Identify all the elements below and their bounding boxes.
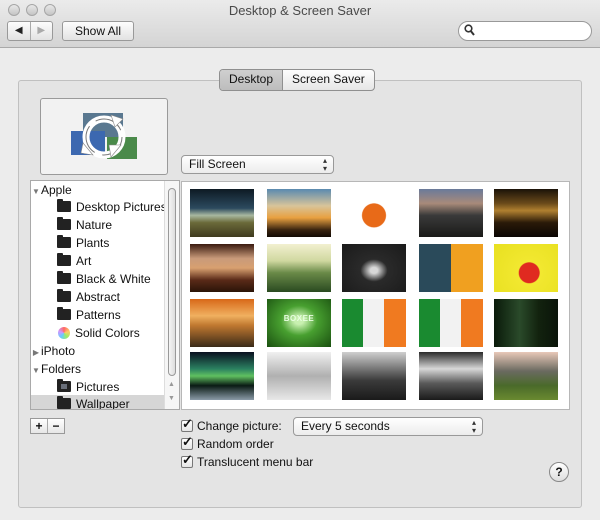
translucent-menu-bar-label: Translucent menu bar: [197, 455, 314, 469]
source-group-folders[interactable]: ▼Folders: [31, 360, 165, 378]
source-label: Nature: [76, 218, 113, 232]
source-list: ▼Apple Desktop Pictures Nature Plants Ar…: [30, 180, 180, 410]
fit-mode-value: Fill Screen: [189, 157, 246, 171]
source-group-apple[interactable]: ▼Apple: [31, 181, 165, 199]
forward-arrow-icon[interactable]: ▶: [31, 22, 53, 40]
folder-icon: [57, 217, 71, 230]
wallpaper-thumbnail-dusk-castle[interactable]: [419, 189, 483, 237]
wallpaper-thumbnail-stormy-field[interactable]: [190, 189, 254, 237]
show-all-button[interactable]: Show All: [62, 21, 134, 41]
wallpaper-thumbnail-green-hill-tree[interactable]: [267, 244, 331, 292]
source-label: Folders: [41, 362, 82, 376]
wallpaper-thumbnail-boxee-green[interactable]: BOXEE: [267, 299, 331, 347]
select-arrows-icon: ▴ ▾: [471, 418, 476, 435]
source-group-iphoto[interactable]: ▶ iPhoto: [31, 342, 165, 360]
wallpaper-thumbnail-aurora-night[interactable]: [190, 352, 254, 400]
wallpaper-thumbnail-day-night-split[interactable]: [419, 244, 483, 292]
source-item-art[interactable]: Art: [31, 252, 179, 270]
wallpaper-thumbnail-orange-tree-art[interactable]: [342, 189, 406, 237]
search-field[interactable]: [458, 21, 592, 41]
source-item-plants[interactable]: Plants: [31, 234, 179, 252]
source-item-patterns[interactable]: Patterns: [31, 306, 179, 324]
scrollbar-thumb[interactable]: [168, 188, 176, 376]
source-label: Patterns: [76, 308, 121, 322]
source-label: Abstract: [76, 290, 121, 304]
random-order-checkbox[interactable]: Random order: [181, 434, 274, 452]
wallpaper-thumbnail-bw-tree-landscape[interactable]: [419, 352, 483, 400]
wallpaper-thumbnail-mountain-cabin[interactable]: [494, 352, 558, 400]
source-label: Solid Colors: [75, 326, 140, 340]
wallpaper-thumbnail-irish-flag-2[interactable]: [419, 299, 483, 347]
tab-desktop[interactable]: Desktop: [220, 70, 284, 90]
source-label: Apple: [41, 183, 72, 197]
back-arrow-icon[interactable]: ◀: [8, 22, 31, 40]
source-item-desktop-pictures[interactable]: Desktop Pictures: [31, 198, 179, 216]
source-label: Desktop Pictures: [76, 200, 167, 214]
wallpaper-thumbnail-grid: BOXEE: [181, 181, 570, 410]
folder-icon: [57, 235, 71, 248]
wallpaper-thumbnail-orange-lake-lights[interactable]: [190, 299, 254, 347]
wallpaper-thumbnail-snowy-trees[interactable]: [267, 352, 331, 400]
folder-icon: [57, 271, 71, 284]
source-item-abstract[interactable]: Abstract: [31, 288, 179, 306]
wallpaper-thumbnail-dark-forest[interactable]: [494, 299, 558, 347]
fit-mode-select[interactable]: Fill Screen ▴ ▾: [181, 155, 334, 174]
wallpaper-thumbnail-bw-field-clouds[interactable]: [342, 352, 406, 400]
checkbox-checked-icon[interactable]: [181, 452, 193, 468]
help-button[interactable]: ?: [549, 462, 569, 482]
folder-icon: [57, 396, 71, 409]
wallpaper-thumbnail-tree-silhouette-sunset[interactable]: [267, 189, 331, 237]
search-icon: [464, 24, 475, 39]
window-title: Desktop & Screen Saver: [228, 3, 372, 18]
tab-screen-saver[interactable]: Screen Saver: [283, 70, 374, 90]
folder-icon: [57, 253, 71, 266]
source-label: Art: [76, 254, 92, 268]
folder-icon: [57, 307, 71, 320]
source-label: Pictures: [76, 380, 120, 394]
tab-control: Desktop Screen Saver: [219, 69, 375, 91]
random-order-label: Random order: [197, 437, 274, 451]
source-item-black-white[interactable]: Black & White: [31, 270, 179, 288]
add-folder-button[interactable]: +: [31, 419, 48, 433]
change-interval-select[interactable]: Every 5 seconds ▴ ▾: [293, 417, 483, 436]
change-interval-value: Every 5 seconds: [301, 419, 390, 433]
source-item-wallpaper[interactable]: Wallpaper: [31, 395, 165, 410]
source-label: Wallpaper: [76, 397, 130, 410]
source-label: Plants: [76, 236, 110, 250]
checkbox-checked-icon[interactable]: [181, 434, 193, 450]
checkbox-checked-icon[interactable]: [181, 416, 193, 432]
window-toolbar: Desktop & Screen Saver ◀ ▶ Show All: [0, 0, 600, 48]
pictures-folder-icon: [57, 379, 71, 392]
scroll-up-arrow-icon[interactable]: ▲: [168, 381, 175, 388]
rotating-pictures-icon: [71, 113, 137, 159]
add-remove-control: + −: [30, 418, 65, 434]
source-label: iPhoto: [41, 344, 76, 358]
change-picture-checkbox[interactable]: Change picture:: [181, 416, 282, 434]
source-item-solid-colors[interactable]: Solid Colors: [31, 324, 179, 342]
source-label: Black & White: [76, 272, 151, 286]
wallpaper-thumbnail-irish-flag-1[interactable]: [342, 299, 406, 347]
source-list-scrollbar[interactable]: ▲ ▼: [164, 181, 179, 409]
color-wheel-icon: [58, 327, 70, 339]
folder-icon: [57, 199, 71, 212]
select-arrows-icon: ▴ ▾: [322, 156, 327, 173]
wallpaper-thumbnail-yellow-smileys-red[interactable]: [494, 244, 558, 292]
wallpaper-thumbnail-dragonfly-dark[interactable]: [342, 244, 406, 292]
thumbnail-label: BOXEE: [283, 314, 315, 323]
source-item-nature[interactable]: Nature: [31, 216, 179, 234]
wallpaper-thumbnail-night-city-reflection[interactable]: [494, 189, 558, 237]
folder-icon: [57, 289, 71, 302]
source-item-pictures[interactable]: Pictures: [31, 378, 179, 396]
back-forward-control: ◀ ▶: [7, 21, 53, 41]
desktop-preview: [40, 98, 168, 175]
translucent-menu-bar-checkbox[interactable]: Translucent menu bar: [181, 452, 314, 470]
wallpaper-thumbnail-tractor-sunset[interactable]: [190, 244, 254, 292]
scroll-down-arrow-icon[interactable]: ▼: [168, 395, 175, 402]
change-picture-label: Change picture:: [197, 419, 282, 433]
remove-folder-button[interactable]: −: [48, 419, 64, 433]
